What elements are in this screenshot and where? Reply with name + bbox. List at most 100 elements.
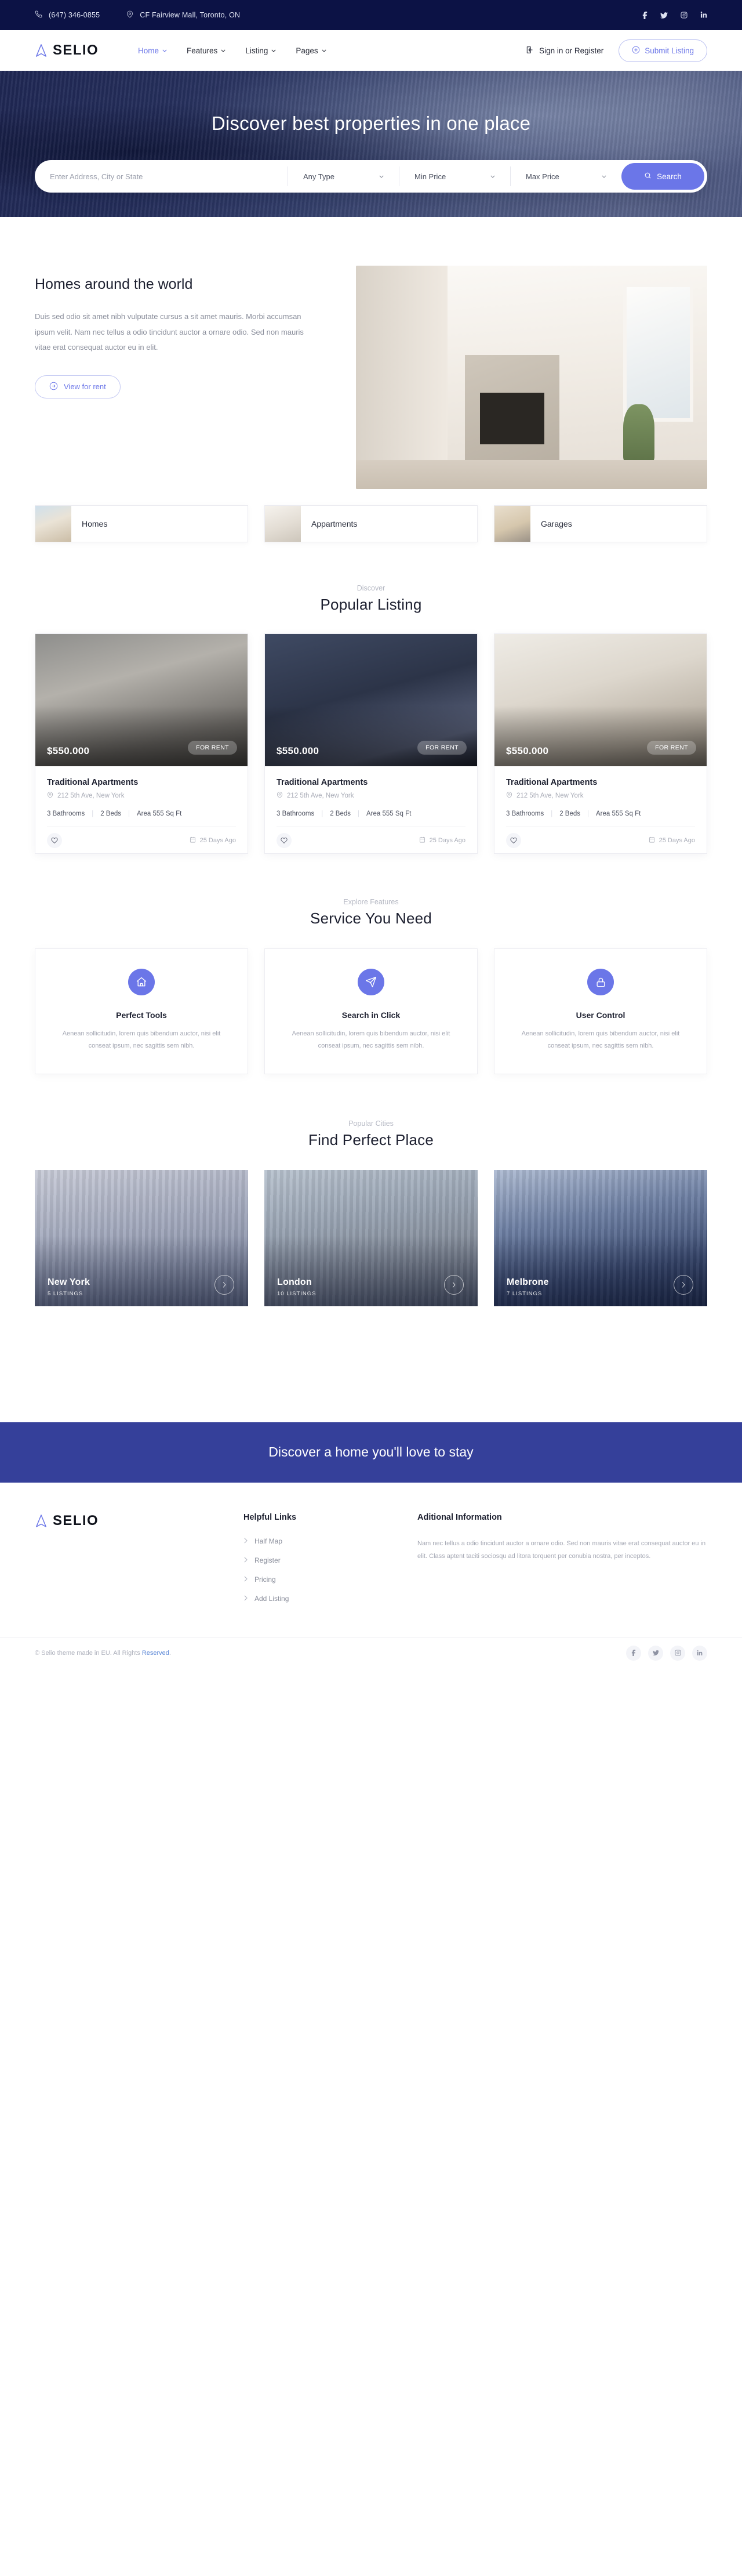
category-tab-homes[interactable]: Homes [35,505,248,542]
favorite-button[interactable] [277,832,292,848]
nav-item-listing[interactable]: Listing [245,46,276,55]
spec-divider: | [551,810,553,817]
view-for-rent-button[interactable]: View for rent [35,375,121,398]
search-type-select[interactable]: Any Type [288,166,399,186]
brand-logo[interactable]: SELIO [35,42,99,59]
footer-info-text: Nam nec tellus a odio tincidunt auctor a… [417,1539,706,1560]
category-tab-appartments[interactable]: Appartments [264,505,478,542]
footer-link-pricing[interactable]: Pricing [243,1575,383,1584]
footer-brand-name: SELIO [53,1512,99,1528]
chevron-right-icon[interactable] [214,1274,234,1295]
city-name: Melbrone [507,1277,549,1287]
calendar-icon [649,836,655,845]
spec-divider: | [358,810,360,817]
sign-in-register-link[interactable]: Sign in or Register [526,46,603,56]
favorite-button[interactable] [506,832,521,848]
service-description: Aenean sollicitudin, lorem quis bibendum… [62,1030,221,1050]
city-card-new-york[interactable]: New York 5 LISTINGS [35,1169,248,1306]
city-listing-count: 10 LISTINGS [277,1290,317,1297]
city-listing-count: 5 LISTINGS [48,1290,83,1297]
city-card-london[interactable]: London 10 LISTINGS [264,1169,478,1306]
search-address-field[interactable]: Enter Address, City or State [50,166,288,186]
linkedin-icon[interactable] [700,12,707,19]
listing-image: $550.000 FOR RENT [35,634,248,766]
footer-bottom-bar: © Selio theme made in EU. All Rights Res… [0,1636,742,1669]
footer-brand[interactable]: SELIO [35,1513,209,1529]
popular-listing-section: Discover Popular Listing $550.000 FOR RE… [0,542,742,854]
chevron-right-icon[interactable] [674,1274,693,1295]
chevron-right-icon [243,1556,248,1564]
search-min-price-value: Min Price [414,172,446,181]
search-type-value: Any Type [303,172,334,181]
topbar-phone-text: (647) 346-0855 [49,11,100,19]
nav-item-features[interactable]: Features [187,46,225,55]
footer-link-label: Register [254,1556,281,1564]
listing-status-badge: FOR RENT [188,741,237,755]
instagram-icon[interactable] [681,12,688,19]
brand-name: SELIO [53,42,99,58]
category-tab-garages[interactable]: Garages [494,505,707,542]
spec-divider: | [92,810,94,817]
listing-posted-ago: 25 Days Ago [190,836,236,845]
favorite-button[interactable] [47,832,62,848]
listing-area: Area 555 Sq Ft [366,810,412,817]
listing-area: Area 555 Sq Ft [596,810,641,817]
selio-logo-icon [36,44,46,57]
footer-link-register[interactable]: Register [243,1556,383,1564]
listing-price: $550.000 [277,745,319,756]
nav-item-listing-label: Listing [245,46,268,55]
arrow-right-circle-icon [49,382,58,392]
listing-card[interactable]: $550.000 FOR RENT Traditional Apartments… [494,633,707,854]
search-min-price-select[interactable]: Min Price [399,166,510,186]
search-button[interactable]: Search [621,163,704,190]
listing-image: $550.000 FOR RENT [265,634,477,766]
listing-specs: 3 Bathrooms | 2 Beds | Area 555 Sq Ft [506,810,695,817]
linkedin-icon[interactable] [692,1645,707,1661]
listing-card[interactable]: $550.000 FOR RENT Traditional Apartments… [264,633,478,854]
facebook-icon[interactable] [626,1645,641,1661]
listing-ago-text: 25 Days Ago [429,836,465,844]
nav-item-pages-label: Pages [296,46,318,55]
listing-beds: 2 Beds [559,810,581,817]
listing-price: $550.000 [47,745,90,756]
property-search-bar: Enter Address, City or State Any Type Mi… [35,160,707,193]
instagram-icon[interactable] [670,1645,685,1661]
twitter-icon[interactable] [648,1645,663,1661]
listing-title: Traditional Apartments [506,778,598,787]
listing-image: $550.000 FOR RENT [494,634,707,766]
nav-item-pages[interactable]: Pages [296,46,326,55]
reserved-link[interactable]: Reserved [142,1650,169,1657]
twitter-icon[interactable] [660,12,668,19]
listings-title: Popular Listing [320,596,422,613]
services-eyebrow: Explore Features [343,898,399,906]
category-thumb-garages [494,506,530,542]
main-navigation: SELIO Home Features Listing Pages Sign i… [0,30,742,71]
cta-text: Discover a home you'll love to stay [268,1444,474,1460]
city-card-melbrone[interactable]: Melbrone 7 LISTINGS [494,1169,707,1306]
copyright-before: © Selio theme made in EU. All Rights [35,1649,142,1657]
chevron-right-icon[interactable] [444,1274,464,1295]
chevron-down-icon [602,175,606,178]
login-icon [526,46,534,56]
submit-listing-button[interactable]: Submit Listing [619,39,707,62]
listing-ago-text: 25 Days Ago [659,836,695,844]
nav-item-home-label: Home [138,46,159,55]
footer-link-add-listing[interactable]: Add Listing [243,1595,383,1603]
listing-status-badge: FOR RENT [647,741,696,755]
topbar-phone[interactable]: (647) 346-0855 [35,10,100,20]
location-pin-icon [277,792,283,800]
topbar-address[interactable]: CF Fairview Mall, Toronto, ON [126,10,240,20]
nav-links: Home Features Listing Pages [138,46,326,55]
nav-item-home[interactable]: Home [138,46,167,55]
about-interior-image [356,266,707,489]
listing-card[interactable]: $550.000 FOR RENT Traditional Apartments… [35,633,248,854]
search-max-price-select[interactable]: Max Price [510,166,621,186]
facebook-icon[interactable] [642,11,648,19]
listing-price: $550.000 [506,745,549,756]
service-description: Aenean sollicitudin, lorem quis bibendum… [292,1030,450,1050]
city-name: New York [48,1277,90,1287]
footer-info-heading: Aditional Information [417,1512,502,1522]
nav-item-features-label: Features [187,46,218,55]
spec-divider: | [587,810,590,817]
footer-link-half-map[interactable]: Half Map [243,1537,383,1545]
